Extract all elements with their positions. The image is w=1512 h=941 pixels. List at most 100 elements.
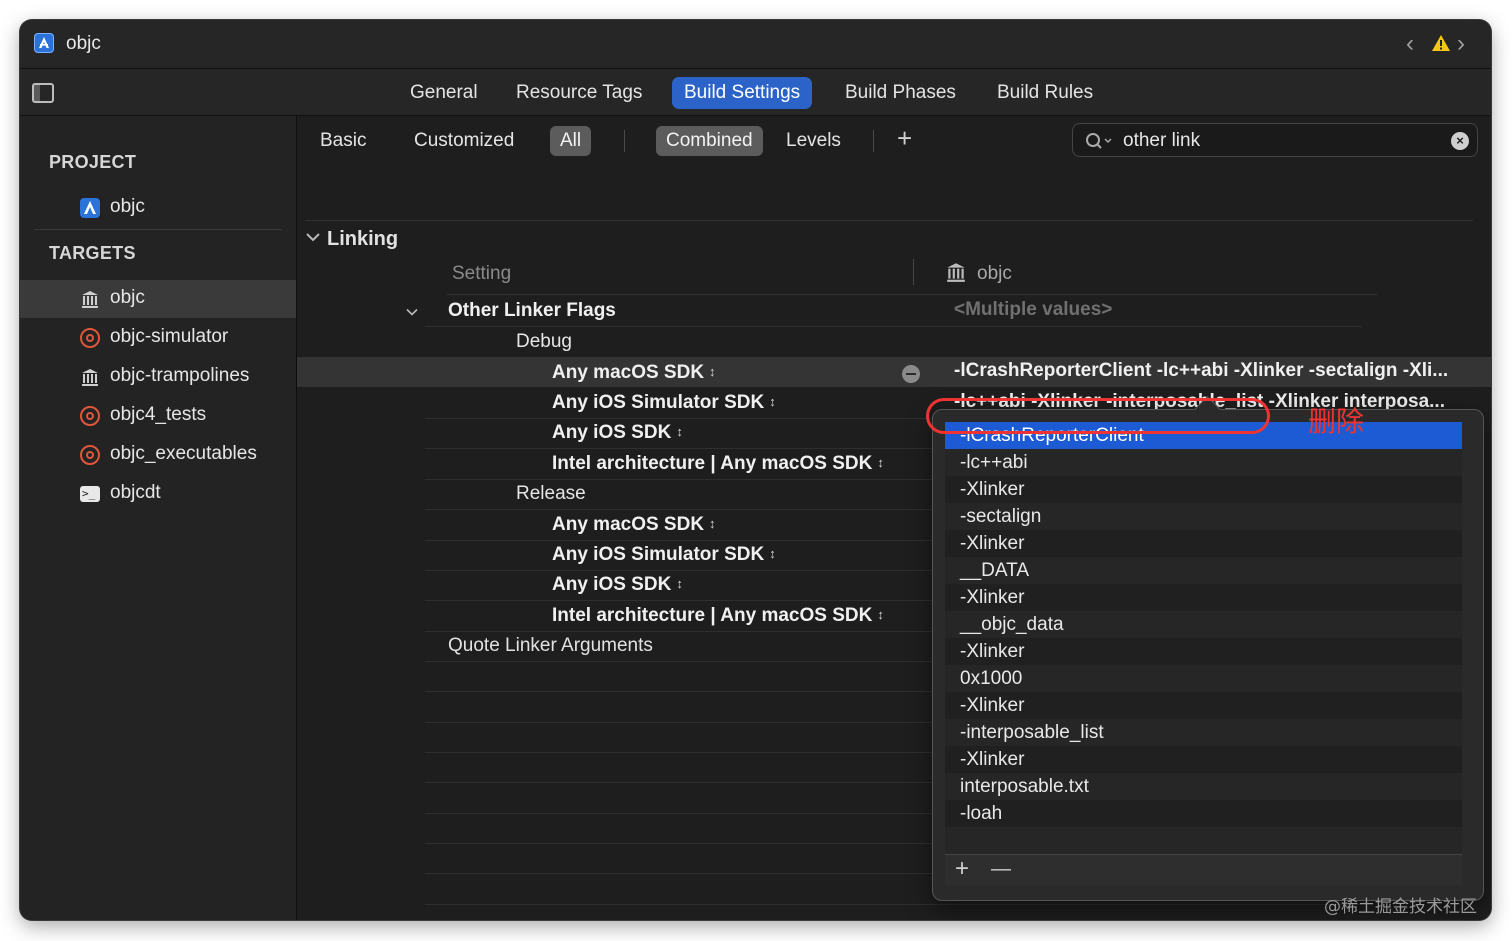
row-divider	[425, 904, 1362, 905]
popover-footer: + —	[945, 854, 1462, 885]
up-down-icon: ↕	[676, 576, 683, 591]
remove-flag-button[interactable]: —	[991, 858, 1011, 881]
tab-build-rules[interactable]: Build Rules	[985, 77, 1105, 109]
watermark: @稀土掘金技术社区	[1324, 897, 1477, 917]
tab-build-settings[interactable]: Build Settings	[672, 77, 813, 109]
list-item[interactable]: -lc++abi	[945, 449, 1462, 476]
filter-customized[interactable]: Customized	[404, 126, 524, 156]
filter-levels[interactable]: Levels	[776, 126, 851, 156]
sidebar-item-label: objcdt	[110, 482, 161, 503]
search-icon	[1085, 132, 1113, 155]
filter-separator	[873, 130, 874, 152]
setting-value[interactable]: -lCrashReporterClient -lc++abi -Xlinker …	[954, 360, 1448, 382]
list-item[interactable]: -Xlinker	[945, 476, 1462, 503]
list-item[interactable]: -loah	[945, 800, 1462, 827]
up-down-icon: ↕	[877, 607, 884, 622]
list-item[interactable]: interposable.txt	[945, 773, 1462, 800]
target-icon	[80, 328, 100, 348]
list-item[interactable]: __DATA	[945, 557, 1462, 584]
list-item[interactable]: -Xlinker	[945, 584, 1462, 611]
section-title-linking[interactable]: Linking	[327, 228, 398, 251]
project-heading: PROJECT	[49, 152, 137, 172]
sidebar-item-label: objc	[110, 287, 145, 308]
config-name: Debug	[516, 331, 572, 352]
list-item[interactable]: 0x1000	[945, 665, 1462, 692]
filter-all[interactable]: All	[550, 126, 592, 156]
config-row-debug[interactable]: Debug	[297, 327, 1491, 357]
sidebar-item-label: objc4_tests	[110, 404, 207, 425]
sdk-condition[interactable]: Any iOS SDK ↕	[552, 574, 683, 596]
tab-general[interactable]: General	[398, 77, 490, 109]
add-setting-button[interactable]: +	[897, 123, 912, 154]
search-input[interactable]	[1121, 128, 1445, 154]
sdk-condition[interactable]: Any macOS SDK ↕	[552, 514, 716, 536]
list-item[interactable]: __objc_data	[945, 611, 1462, 638]
sidebar-item-project-objc[interactable]: objc	[20, 189, 296, 227]
config-name: Release	[516, 483, 586, 504]
sdk-condition[interactable]: Any iOS Simulator SDK ↕	[552, 544, 776, 566]
sdk-condition[interactable]: Intel architecture | Any macOS SDK ↕	[552, 453, 884, 475]
up-down-icon: ↕	[769, 546, 776, 561]
filter-combined[interactable]: Combined	[656, 126, 763, 156]
up-down-icon: ↕	[709, 364, 716, 379]
warning-icon[interactable]	[1431, 34, 1451, 57]
up-down-icon: ↕	[709, 516, 716, 531]
sidebar-item-target-objc4-tests[interactable]: objc4_tests	[20, 397, 296, 435]
search-field[interactable]: ×	[1072, 123, 1478, 157]
chevron-right-icon[interactable]: ›	[1457, 30, 1465, 58]
tab-build-phases[interactable]: Build Phases	[833, 77, 968, 109]
sdk-condition[interactable]: Any iOS SDK ↕	[552, 422, 683, 444]
xcode-window: objc ‹ › General Resource Tags Build Set…	[20, 20, 1491, 920]
list-item-empty	[945, 827, 1462, 854]
list-item[interactable]: -Xlinker	[945, 746, 1462, 773]
section-divider	[305, 220, 1473, 221]
flags-list: -lCrashReporterClient -lc++abi -Xlinker …	[945, 422, 1462, 854]
terminal-icon: >_	[80, 486, 100, 502]
sidebar-toggle-icon[interactable]	[32, 83, 54, 103]
library-icon	[80, 289, 100, 309]
targets-heading: TARGETS	[49, 243, 136, 263]
list-item[interactable]: -Xlinker	[945, 530, 1462, 557]
annotation-label: 删除	[1308, 405, 1365, 438]
sidebar-item-target-objc[interactable]: objc	[20, 280, 296, 318]
sidebar-item-label: objc-trampolines	[110, 365, 250, 386]
up-down-icon: ↕	[769, 394, 776, 409]
title-bar: objc ‹ ›	[20, 20, 1491, 69]
chevron-down-icon[interactable]	[305, 230, 321, 248]
xcode-project-icon	[34, 33, 54, 53]
annotation-highlight-oval	[926, 398, 1270, 434]
list-item[interactable]: -Xlinker	[945, 638, 1462, 665]
build-settings-editor: Basic Customized All Combined Levels + ×…	[297, 116, 1491, 920]
up-down-icon: ↕	[676, 424, 683, 439]
sidebar-item-target-objc-trampolines[interactable]: objc-trampolines	[20, 358, 296, 396]
filter-basic[interactable]: Basic	[310, 126, 376, 156]
project-sidebar: PROJECT objc TARGETS objc objc-simulator…	[20, 116, 297, 920]
sdk-condition[interactable]: Intel architecture | Any macOS SDK ↕	[552, 605, 884, 627]
tab-resource-tags[interactable]: Resource Tags	[504, 77, 654, 109]
list-item[interactable]: -interposable_list	[945, 719, 1462, 746]
window-title: objc	[66, 33, 101, 54]
add-flag-button[interactable]: +	[955, 855, 969, 883]
sidebar-item-target-objc-executables[interactable]: objc_executables	[20, 436, 296, 474]
column-header-setting: Setting	[452, 263, 512, 284]
library-icon	[945, 261, 967, 289]
linker-flags-popover: -lCrashReporterClient -lc++abi -Xlinker …	[932, 396, 1484, 901]
sdk-row-debug-any-macos[interactable]: Any macOS SDK ↕ -lCrashReporterClient -lc…	[297, 357, 1491, 387]
chevron-left-icon[interactable]: ‹	[1406, 30, 1414, 58]
list-item[interactable]: -Xlinker	[945, 692, 1462, 719]
list-item[interactable]: -sectalign	[945, 503, 1462, 530]
sidebar-item-target-objcdt[interactable]: >_ objcdt	[20, 475, 296, 513]
sdk-condition[interactable]: Any macOS SDK ↕	[552, 362, 716, 384]
filter-separator	[624, 130, 625, 152]
sidebar-item-label: objc_executables	[110, 443, 257, 464]
sidebar-item-target-objc-simulator[interactable]: objc-simulator	[20, 319, 296, 357]
sdk-condition[interactable]: Any iOS Simulator SDK ↕	[552, 392, 776, 414]
library-icon	[80, 367, 100, 387]
setting-row-other-linker-flags[interactable]: Other Linker Flags <Multiple values>	[297, 296, 1491, 326]
remove-condition-icon[interactable]	[902, 365, 920, 383]
xcode-project-icon	[80, 198, 100, 218]
filter-bar: Basic Customized All Combined Levels + ×	[297, 116, 1491, 164]
clear-search-icon[interactable]: ×	[1451, 132, 1469, 150]
target-icon	[80, 406, 100, 426]
chevron-down-icon[interactable]	[405, 304, 419, 322]
